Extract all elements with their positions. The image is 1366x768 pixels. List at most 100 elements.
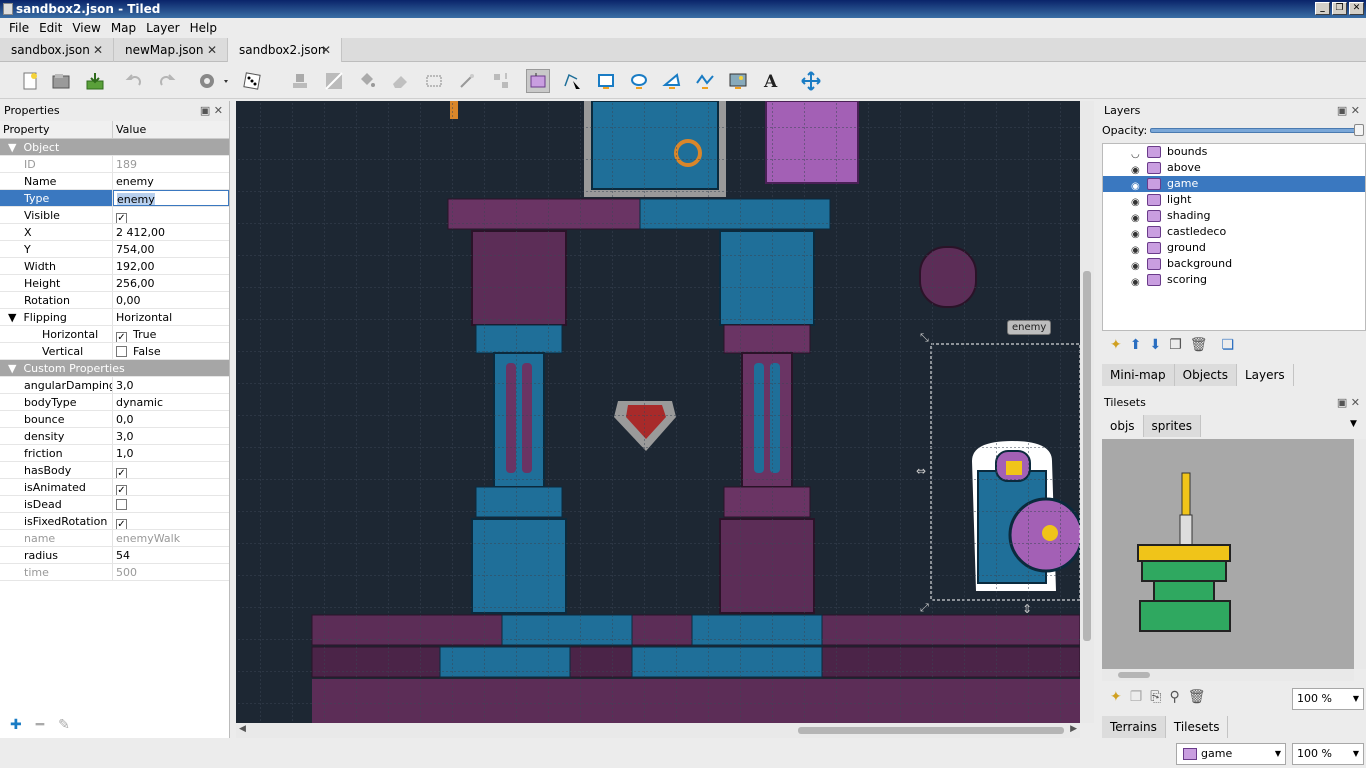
prop-row-custom[interactable]: bodyType dynamic xyxy=(0,394,229,411)
import-tileset-icon[interactable]: ❐ xyxy=(1130,689,1143,705)
layer-item[interactable]: ◉ castledeco xyxy=(1103,224,1365,240)
close-icon[interactable]: ✕ xyxy=(321,38,331,62)
same-tile-select-icon[interactable] xyxy=(489,69,513,93)
delete-tileset-icon[interactable]: 🗑 xyxy=(1188,689,1206,705)
scroll-thumb[interactable] xyxy=(1118,672,1150,678)
raise-layer-icon[interactable]: ⬆ xyxy=(1130,337,1142,353)
remove-property-icon[interactable]: ━ xyxy=(36,717,44,733)
menu-layer[interactable]: Layer xyxy=(141,21,184,35)
lower-layer-icon[interactable]: ⬇ xyxy=(1149,337,1161,353)
layer-item[interactable]: ◉ scoring xyxy=(1103,272,1365,288)
current-layer-combo[interactable]: game ▼ xyxy=(1176,743,1286,765)
layer-item[interactable]: ◡ bounds xyxy=(1103,144,1365,160)
close-icon[interactable]: ✕ xyxy=(207,38,217,62)
horizontal-checkbox[interactable]: ✓ xyxy=(116,332,127,342)
layer-item[interactable]: ◉ background xyxy=(1103,256,1365,272)
eye-icon[interactable]: ◉ xyxy=(1131,275,1140,291)
tab-sprites[interactable]: sprites xyxy=(1143,415,1202,437)
insert-polygon-icon[interactable] xyxy=(660,69,684,93)
prop-row-time[interactable]: time 500 xyxy=(0,564,229,581)
close-window-button[interactable]: ✕ xyxy=(1349,2,1364,15)
prop-row-id[interactable]: ID 189 xyxy=(0,156,229,173)
layer-item[interactable]: ◉ ground xyxy=(1103,240,1365,256)
prop-value[interactable]: 192,00 xyxy=(113,258,229,274)
delete-layer-icon[interactable]: 🗑 xyxy=(1190,337,1208,353)
insert-polyline-icon[interactable] xyxy=(693,69,717,93)
prop-row-x[interactable]: X2 412,00 xyxy=(0,224,229,241)
rename-property-icon[interactable]: ✎ xyxy=(58,717,70,733)
isanimated-checkbox[interactable]: ✓ xyxy=(116,485,127,495)
toggle-other-layers-icon[interactable]: ❏ xyxy=(1222,337,1235,353)
type-edit-field[interactable]: enemy xyxy=(113,190,229,206)
tab-tilesets[interactable]: Tilesets xyxy=(1165,716,1229,738)
stamp-brush-icon[interactable] xyxy=(288,69,312,93)
duplicate-layer-icon[interactable]: ❐ xyxy=(1169,337,1182,353)
menu-view[interactable]: View xyxy=(67,21,105,35)
object-name-label[interactable]: enemy xyxy=(1007,320,1052,335)
tab-minimap[interactable]: Mini-map xyxy=(1102,364,1175,386)
minimize-button[interactable]: _ xyxy=(1315,2,1330,15)
undo-icon[interactable] xyxy=(123,69,147,93)
maximize-button[interactable]: ❐ xyxy=(1332,2,1347,15)
prop-row-visible[interactable]: Visible ✓ xyxy=(0,207,229,224)
prop-row-isanimated[interactable]: isAnimated ✓ xyxy=(0,479,229,496)
isdead-checkbox[interactable] xyxy=(116,499,127,510)
tab-objs[interactable]: objs xyxy=(1102,415,1144,437)
insert-ellipse-icon[interactable] xyxy=(627,69,651,93)
tileset-horizontal-scrollbar[interactable] xyxy=(1102,669,1354,681)
menu-edit[interactable]: Edit xyxy=(34,21,67,35)
layer-item-selected[interactable]: ◉ game xyxy=(1103,176,1365,192)
prop-row-custom[interactable]: bounce 0,0 xyxy=(0,411,229,428)
object-group-row[interactable]: ▼ Object xyxy=(0,139,229,156)
map-horizontal-scrollbar[interactable]: ◀ ▶ xyxy=(236,723,1080,738)
prop-value[interactable]: 0,00 xyxy=(113,292,229,308)
prop-row-isdead[interactable]: isDead xyxy=(0,496,229,513)
tab-terrains[interactable]: Terrains xyxy=(1102,716,1166,738)
edit-polygons-icon[interactable] xyxy=(560,69,584,93)
tab-layers[interactable]: Layers xyxy=(1236,364,1294,386)
prop-value[interactable]: 754,00 xyxy=(113,241,229,257)
tab-newmap[interactable]: newMap.json ✕ xyxy=(114,38,228,62)
prop-row-height[interactable]: Height 256,00 xyxy=(0,275,229,292)
tab-sandbox2[interactable]: sandbox2.json ✕ xyxy=(228,38,342,62)
tileset-view[interactable] xyxy=(1102,439,1354,669)
prop-value[interactable]: 54 xyxy=(113,547,229,563)
prop-row-vertical[interactable]: Vertical False xyxy=(0,343,229,360)
hasbody-checkbox[interactable]: ✓ xyxy=(116,468,127,478)
float-close-icon[interactable]: ▣ ✕ xyxy=(200,101,223,121)
new-tileset-icon[interactable]: ✦ xyxy=(1110,689,1122,705)
prop-row-name[interactable]: Name enemy xyxy=(0,173,229,190)
prop-row-custom[interactable]: friction 1,0 xyxy=(0,445,229,462)
prop-row-flipping[interactable]: ▼ Flipping Horizontal xyxy=(0,309,229,326)
scroll-thumb[interactable] xyxy=(1083,271,1091,641)
prop-row-custom[interactable]: angularDamping 3,0 xyxy=(0,377,229,394)
prop-row-hasbody[interactable]: hasBody ✓ xyxy=(0,462,229,479)
map-zoom-combo[interactable]: 100 % ▼ xyxy=(1292,743,1364,765)
close-icon[interactable]: ✕ xyxy=(93,38,103,62)
prop-row-custom[interactable]: density 3,0 xyxy=(0,428,229,445)
random-dice-icon[interactable] xyxy=(240,69,264,93)
prop-value[interactable]: dynamic xyxy=(113,394,229,410)
scroll-left-icon[interactable]: ◀ xyxy=(239,724,246,734)
menu-map[interactable]: Map xyxy=(106,21,141,35)
scroll-thumb[interactable] xyxy=(798,727,1064,734)
prop-value[interactable]: 256,00 xyxy=(113,275,229,291)
layer-item[interactable]: ◉ light xyxy=(1103,192,1365,208)
prop-row-rotation[interactable]: Rotation 0,00 xyxy=(0,292,229,309)
menu-help[interactable]: Help xyxy=(185,21,222,35)
map-canvas[interactable]: ⤡ ⇔ ⤢ ⇕ enemy xyxy=(236,101,1080,723)
save-icon[interactable] xyxy=(83,69,107,93)
tab-objects[interactable]: Objects xyxy=(1174,364,1237,386)
prop-row-radius[interactable]: radius 54 xyxy=(0,547,229,564)
float-close-icon[interactable]: ▣ ✕ xyxy=(1337,393,1360,413)
tileset-vertical-scrollbar[interactable] xyxy=(1354,439,1366,669)
new-file-icon[interactable] xyxy=(18,69,42,93)
prop-value[interactable]: 3,0 xyxy=(113,428,229,444)
vertical-checkbox[interactable] xyxy=(116,346,127,357)
collapse-arrow-icon[interactable]: ▼ xyxy=(8,362,16,375)
insert-rectangle-icon[interactable] xyxy=(594,69,618,93)
redo-icon[interactable] xyxy=(154,69,178,93)
opacity-slider[interactable] xyxy=(1150,128,1360,133)
rect-select-icon[interactable] xyxy=(422,69,446,93)
layer-item[interactable]: ◉ above xyxy=(1103,160,1365,176)
